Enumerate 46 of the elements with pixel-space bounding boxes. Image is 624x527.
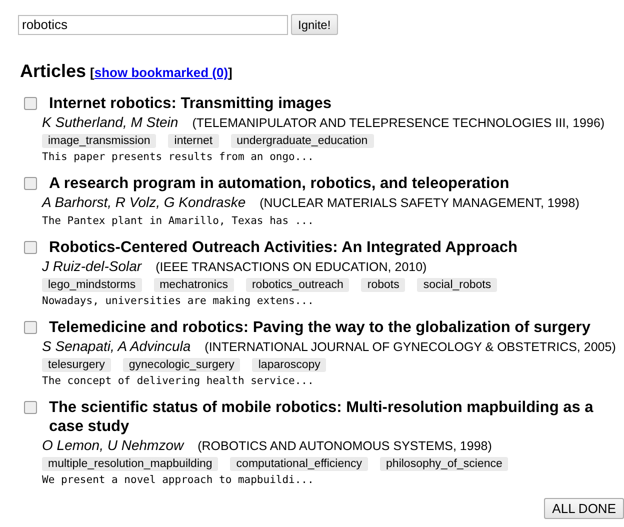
tag: computational_efficiency (230, 457, 368, 471)
snippet: The Pantex plant in Amarillo, Texas has ... (42, 214, 315, 228)
tag: gynecologic_surgery (122, 358, 240, 372)
section-title: Articles (20, 61, 86, 82)
search-field[interactable]: robotics (18, 14, 288, 34)
venue: (IEEE TRANSACTIONS ON EDUCATION, 2010) (156, 259, 427, 276)
tag: laparoscopy (252, 358, 326, 372)
article-title: The scientific status of mobile robotics: Multi-resolution mapbuilding as a case study (49, 398, 594, 436)
tag: internet (168, 134, 219, 148)
tag: telesurgery (42, 358, 111, 372)
venue: (ROBOTICS AND AUTONOMOUS SYSTEMS, 1998) (198, 438, 492, 455)
authors: A Barhorst, R Volz, G Kondraske (42, 193, 246, 211)
snippet: Nowadays, universities are making extens... (42, 294, 315, 308)
bracket: [ (90, 65, 94, 80)
venue: (TELEMANIPULATOR AND TELEPRESENCE TECHNOLOGIES III, 1996) (192, 115, 605, 132)
authors: K Sutherland, M Stein (42, 113, 178, 131)
bracket: ] (228, 65, 232, 80)
checkbox[interactable] (24, 241, 37, 254)
all-done-button[interactable]: ALL DONE (544, 498, 624, 519)
authors: J Ruiz-del-Solar (42, 257, 142, 275)
article-title: Internet robotics: Transmitting images (49, 94, 332, 113)
venue: (NUCLEAR MATERIALS SAFETY MANAGEMENT, 1998) (260, 195, 580, 212)
snippet: This paper presents results from an ongo... (42, 150, 315, 164)
tag: image_transmission (42, 134, 156, 148)
tag: social_robots (417, 278, 498, 292)
checkbox[interactable] (24, 97, 37, 110)
snippet: We present a novel approach to mapbuildi... (42, 473, 315, 487)
snippet: The concept of delivering health service... (42, 374, 315, 388)
tag: robotics_outreach (246, 278, 350, 292)
ignite-button[interactable]: Ignite! (291, 14, 338, 35)
article-title: Telemedicine and robotics: Paving the way to the globalization of surgery (49, 318, 590, 337)
tag: multiple_resolution_mapbuilding (42, 457, 218, 471)
article-title: A research program in automation, robotics, and teleoperation (49, 174, 510, 193)
venue: (INTERNATIONAL JOURNAL OF GYNECOLOGY & OBSTETRICS, 2005) (204, 339, 616, 356)
checkbox[interactable] (24, 401, 37, 414)
checkbox[interactable] (24, 321, 37, 334)
tag: undergraduate_education (230, 134, 374, 148)
bookmarked-link[interactable]: show bookmarked (0) (94, 65, 228, 80)
tag: lego_mindstorms (42, 278, 142, 292)
tag: philosophy_of_science (380, 457, 508, 471)
tag: robots (361, 278, 406, 292)
authors: S Senapati, A Advincula (42, 337, 191, 355)
tag: mechatronics (154, 278, 234, 292)
article-title: Robotics-Centered Outreach Activities: An Integrated Approach (49, 238, 518, 257)
checkbox[interactable] (24, 177, 37, 190)
authors: O Lemon, U Nehmzow (42, 436, 184, 454)
